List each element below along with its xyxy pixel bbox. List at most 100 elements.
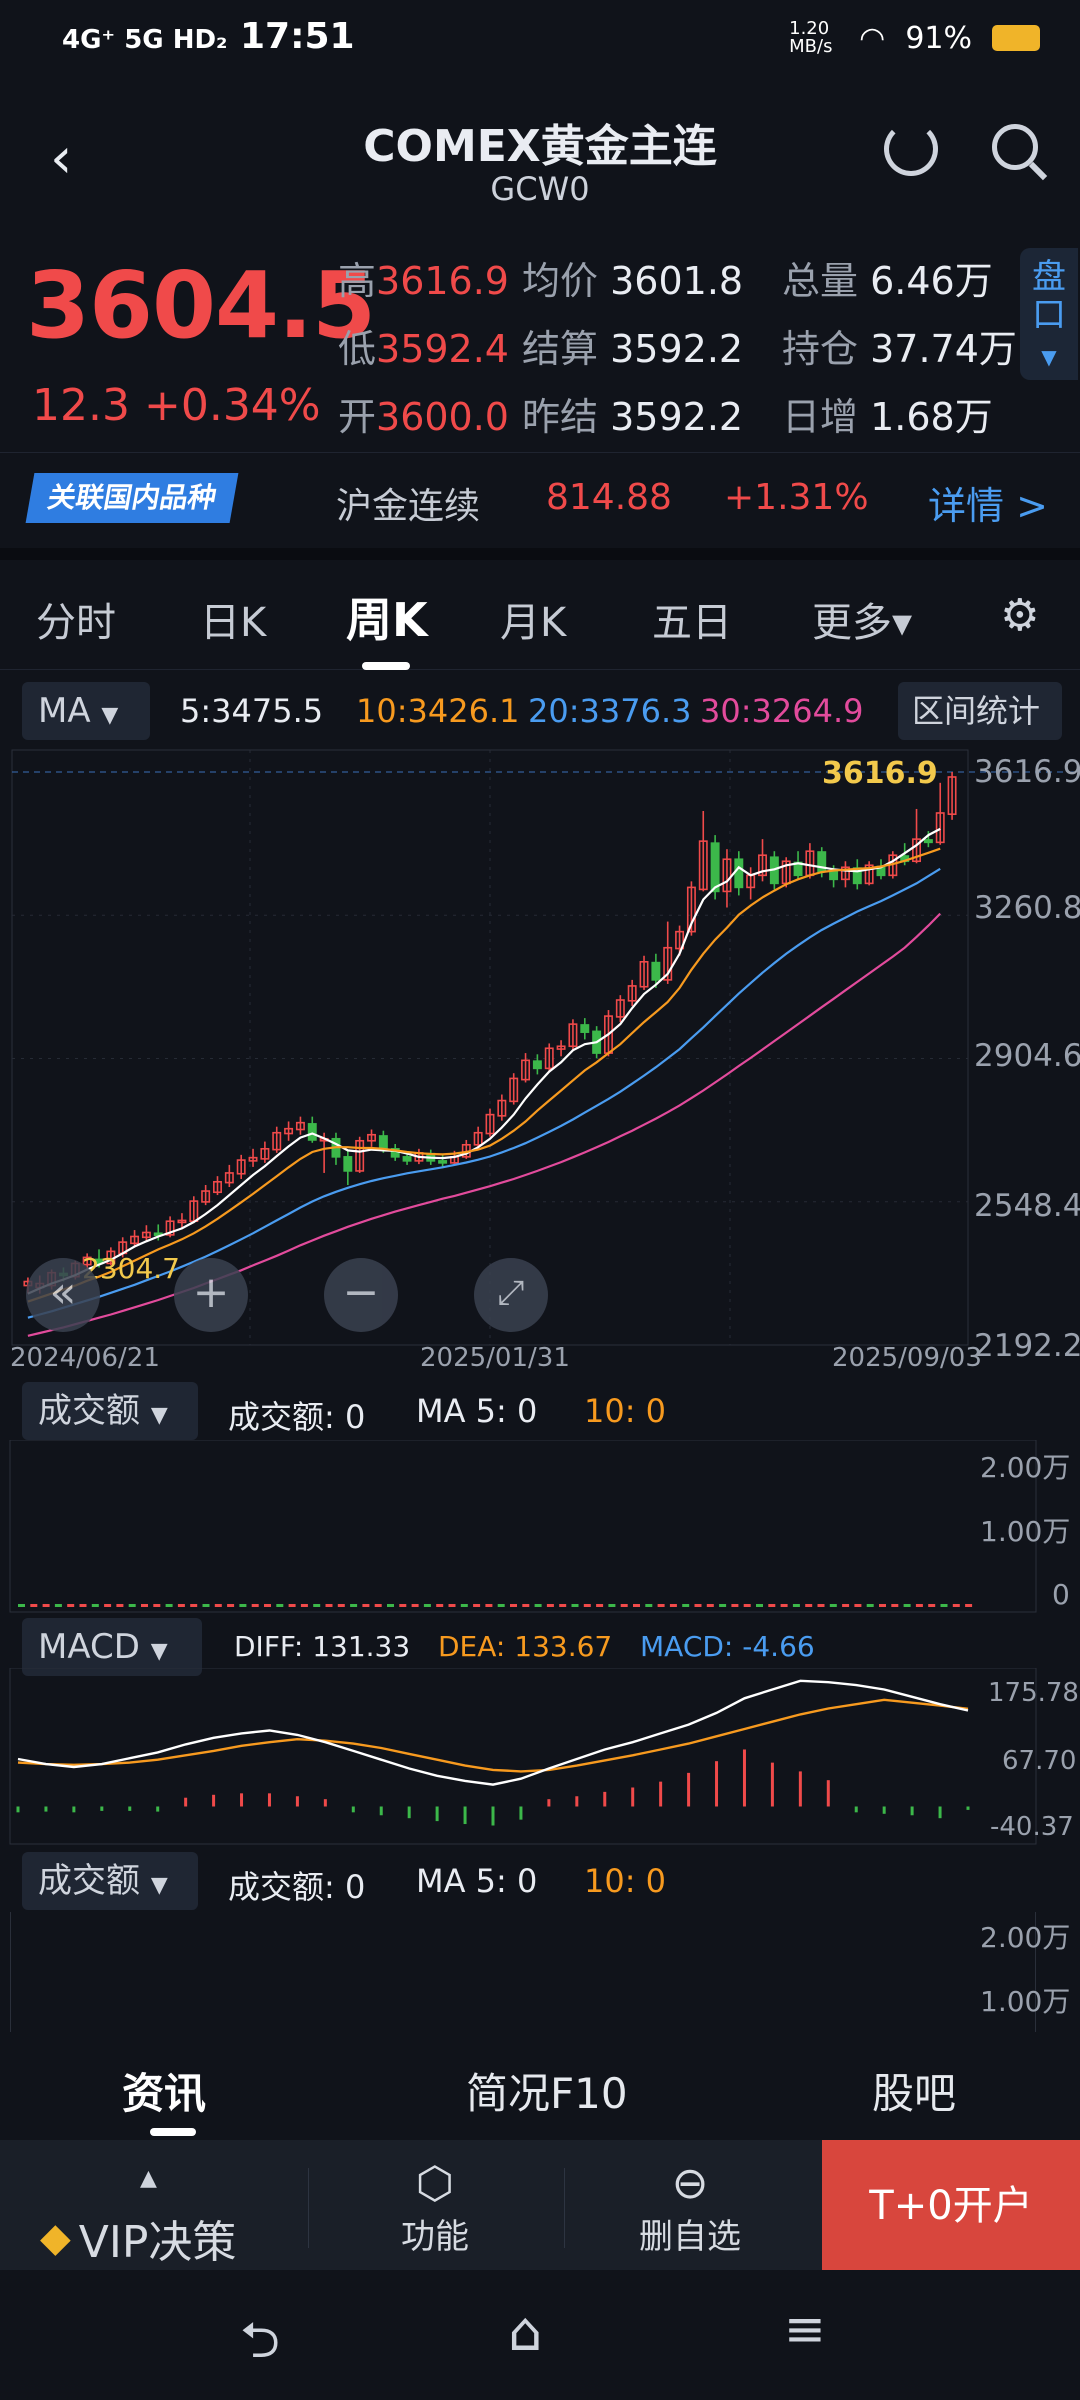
candle-body (307, 1123, 317, 1141)
tab-news[interactable]: 资讯 (122, 2060, 206, 2121)
volume-indicator-selector[interactable]: 成交额 ▼ (22, 1382, 198, 1440)
clock: 17:51 (239, 16, 355, 57)
turnover-value: 成交额: 0 (228, 1398, 366, 1436)
volume-bar (854, 1604, 862, 1607)
turnover-ma5: MA 5: 0 (416, 1392, 538, 1430)
order-book-button[interactable]: 盘口 ▼ (1020, 248, 1078, 380)
indicator-selector[interactable]: MA ▼ (22, 682, 150, 740)
volume-bar (780, 1604, 788, 1607)
tab-more[interactable]: 更多▾ (812, 590, 912, 648)
candle-body (734, 858, 744, 889)
x-tick-mid: 2025/01/31 (420, 1343, 570, 1373)
scroll-left-icon[interactable]: « (26, 1258, 100, 1332)
tab-daily-k[interactable]: 日K (200, 590, 266, 648)
detail-link[interactable]: 详情 > (928, 475, 1048, 530)
battery-percent: 91% (905, 20, 972, 56)
high-cell: 高3616.9 (338, 250, 509, 305)
volume-bar (829, 1604, 837, 1607)
caret-down-icon: ▼ (150, 1639, 168, 1664)
volume-bar (362, 1604, 370, 1607)
x-tick-end: 2025/09/03 (832, 1343, 982, 1373)
indicator-selector-label: MA (38, 691, 91, 731)
menu-nav-icon[interactable]: ≡ (784, 2300, 826, 2358)
volume-bar (756, 1604, 763, 1607)
volume-bar (620, 1604, 628, 1607)
volume-bar (42, 1604, 50, 1607)
vol-tick-3: 0 (1052, 1578, 1070, 1611)
related-tag: 关联国内品种 (25, 473, 239, 523)
expand-up-icon[interactable]: ▲ (140, 2166, 157, 2191)
tab-f10[interactable]: 简况F10 (466, 2060, 628, 2121)
macd-tick-3: -40.37 (990, 1812, 1074, 1842)
volume-bar (559, 1604, 567, 1607)
volume-bar (743, 1604, 751, 1607)
remove-watchlist-button[interactable]: ⊖ 删自选 (630, 2158, 750, 2258)
volume-bar (54, 1604, 62, 1607)
volume-bar (300, 1604, 308, 1607)
tab-weekly-k[interactable]: 周K (346, 584, 428, 650)
refresh-icon[interactable] (884, 122, 938, 176)
header: ‹ COMEX黄金主连 GCW0 (0, 90, 1080, 230)
vip-button[interactable]: ◆ VIP决策 (40, 2206, 236, 2270)
volume-bar (645, 1604, 653, 1607)
tab-forum[interactable]: 股吧 (872, 2060, 956, 2121)
tab-intraday[interactable]: 分时 (36, 590, 116, 648)
fullscreen-icon[interactable]: ⤢ (474, 1258, 548, 1332)
volume-selector-label-2: 成交额 (38, 1861, 140, 1901)
back-nav-icon[interactable]: ⮌ (240, 2304, 280, 2389)
volume-chart (9, 1440, 1037, 1613)
volume-bar (276, 1604, 284, 1607)
vol2-tick-1: 2.00万 (980, 1921, 1071, 1954)
caret-down-icon: ▼ (1041, 345, 1057, 369)
range-stats-button[interactable]: 区间统计 (898, 682, 1062, 740)
battery-icon (992, 25, 1040, 51)
status-bar: 4G⁺ 5G HD₂ 17:51 1.20 MB/s ◠ 91% (0, 0, 1080, 90)
ma-line-ma20 (27, 867, 941, 1319)
macd-selector-label: MACD (38, 1627, 140, 1667)
instrument-code: GCW0 (490, 170, 590, 208)
high-marker: 3616.9 (822, 756, 938, 791)
vol-tick-2: 1.00万 (980, 1515, 1071, 1548)
home-nav-icon[interactable]: ⌂ (508, 2300, 542, 2363)
zoom-out-icon[interactable]: − (324, 1258, 398, 1332)
volume-bar (891, 1604, 899, 1607)
zoom-in-icon[interactable]: + (174, 1258, 248, 1332)
volume-bar (165, 1604, 173, 1607)
vol2-tick-2: 1.00万 (980, 1985, 1071, 2018)
function-button[interactable]: ⬡ 功能 (380, 2158, 490, 2258)
volume-bar (608, 1604, 616, 1607)
candle-body (343, 1156, 353, 1172)
function-label: 功能 (401, 2217, 469, 2257)
x-tick-start: 2024/06/21 (10, 1343, 160, 1373)
volume-frame (9, 1440, 1037, 1613)
open-account-button[interactable]: T+0开户 (822, 2140, 1080, 2272)
vol-tick-1: 2.00万 (980, 1451, 1071, 1484)
status-left: 4G⁺ 5G HD₂ 17:51 (62, 16, 355, 57)
macd-frame (9, 1668, 1037, 1845)
caret-down-icon: ▼ (150, 1403, 168, 1428)
related-bar[interactable]: 关联国内品种 沪金连续 814.88 +1.31% 详情 > (0, 452, 1080, 544)
volume-bar (497, 1604, 505, 1607)
y-tick-3: 2904.6 (974, 1038, 1080, 1074)
tab-five-day[interactable]: 五日 (652, 590, 732, 648)
candle-body (923, 839, 933, 844)
avg-cell: 均价 3601.8 (522, 250, 743, 305)
volume-indicator-selector-2[interactable]: 成交额 ▼ (22, 1852, 198, 1910)
volume-bar (153, 1604, 161, 1607)
volume-bar (546, 1604, 554, 1607)
candle-body (532, 1060, 542, 1070)
ma5-value: 5:3475.5 (180, 692, 324, 730)
volume-bar (116, 1604, 124, 1607)
turnover-ma10-2: 10: 0 (584, 1862, 667, 1900)
remove-watchlist-label: 删自选 (639, 2217, 741, 2257)
content-tabs: 资讯 简况F10 股吧 (0, 2040, 1080, 2140)
candle-body (829, 870, 839, 881)
volume-bar (128, 1604, 136, 1607)
settings-icon[interactable]: ⚙ (1000, 590, 1039, 641)
tab-monthly-k[interactable]: 月K (500, 590, 566, 648)
net-speed: 1.20 MB/s (789, 18, 833, 57)
volume-bar (79, 1604, 87, 1607)
volume-bar (460, 1604, 468, 1607)
active-tab-indicator (362, 662, 410, 670)
y-tick-5: 2192.2 (974, 1328, 1080, 1364)
